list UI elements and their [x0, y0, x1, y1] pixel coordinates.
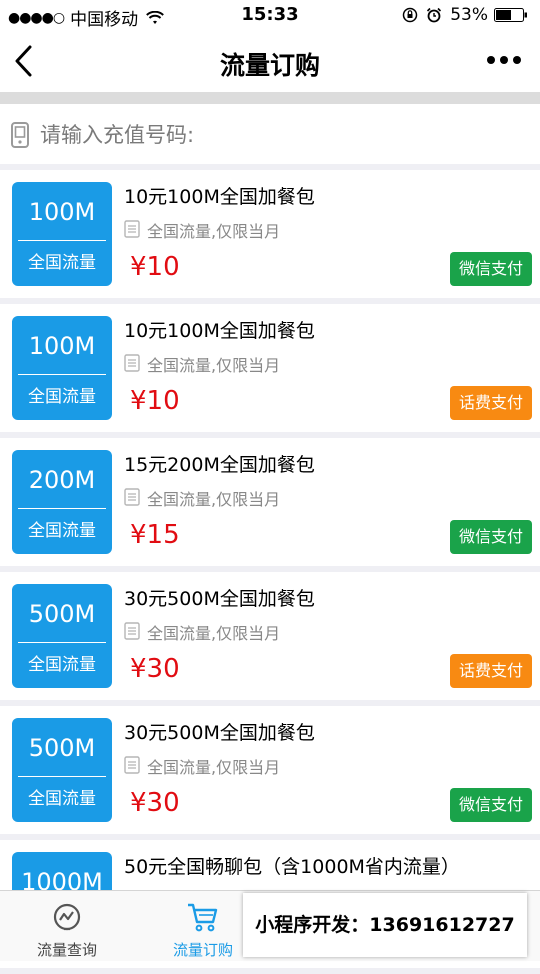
badge-scope: 全国流量	[28, 253, 96, 273]
phone-bill-pay-button[interactable]: 话费支付	[450, 654, 532, 688]
badge-divider	[18, 508, 106, 509]
product-card[interactable]: 500M 全国流量 30元500M全国加餐包全国流量,仅限当月 ¥30 微信支付	[0, 706, 540, 834]
badge-divider	[18, 240, 106, 241]
status-right: 53%	[402, 5, 528, 25]
note-icon	[124, 488, 140, 506]
note-icon	[124, 220, 140, 238]
alarm-icon	[427, 7, 442, 23]
product-price: ¥30	[130, 654, 180, 684]
badge-size: 200M	[28, 466, 96, 494]
product-description: 全国流量,仅限当月	[147, 222, 281, 241]
note-icon	[124, 354, 140, 372]
battery-icon	[494, 8, 527, 22]
badge-size: 500M	[28, 600, 96, 628]
product-description: 全国流量,仅限当月	[147, 490, 281, 509]
product-card[interactable]: 100M 全国流量 10元100M全国加餐包全国流量,仅限当月 ¥10 微信支付	[0, 170, 540, 298]
note-icon	[124, 756, 140, 774]
product-size-badge: 100M 全国流量	[12, 182, 112, 286]
tab-flow-query-label: 流量查询	[36, 941, 97, 959]
badge-size: 500M	[28, 734, 96, 762]
product-price: ¥15	[130, 520, 180, 550]
product-price: ¥30	[130, 788, 180, 818]
page-title: 流量订购	[219, 51, 320, 80]
rotation-lock-icon	[402, 7, 418, 23]
product-price: ¥10	[130, 252, 180, 282]
badge-scope: 全国流量	[28, 655, 96, 675]
product-name: 30元500M全国加餐包	[124, 722, 315, 744]
product-name: 10元100M全国加餐包	[124, 320, 315, 342]
badge-divider	[18, 776, 106, 777]
phone-input-row	[0, 104, 540, 164]
gauge-icon	[53, 903, 81, 931]
status-bar: ●●●●○ 中国移动 15:33 53%	[0, 0, 540, 30]
navigation-bar: 流量订购	[0, 30, 540, 92]
badge-scope: 全国流量	[28, 387, 96, 407]
note-icon	[124, 622, 140, 640]
product-description: 全国流量,仅限当月	[147, 624, 281, 643]
product-description: 全国流量,仅限当月	[147, 758, 281, 777]
phone-bill-pay-button[interactable]: 话费支付	[450, 386, 532, 420]
tab-flow-query[interactable]: 流量查询	[2, 891, 132, 961]
badge-scope: 全国流量	[28, 789, 96, 809]
product-size-badge: 100M 全国流量	[12, 316, 112, 420]
product-card[interactable]: 200M 全国流量 15元200M全国加餐包全国流量,仅限当月 ¥15 微信支付	[0, 438, 540, 566]
badge-size: 100M	[28, 198, 96, 226]
product-card[interactable]: 500M 全国流量 30元500M全国加餐包全国流量,仅限当月 ¥30 话费支付	[0, 572, 540, 700]
wechat-pay-button[interactable]: 微信支付	[450, 520, 532, 554]
phone-number-input[interactable]	[38, 116, 522, 154]
product-name: 50元全国畅聊包（含1000M省内流量）	[124, 856, 460, 878]
header-divider	[0, 92, 540, 104]
product-price: ¥10	[130, 386, 180, 416]
phone-icon	[11, 122, 29, 148]
product-name: 30元500M全国加餐包	[124, 588, 315, 610]
badge-divider	[18, 642, 106, 643]
product-name: 15元200M全国加餐包	[124, 454, 315, 476]
product-card[interactable]: 100M 全国流量 10元100M全国加餐包全国流量,仅限当月 ¥10 话费支付	[0, 304, 540, 432]
more-icon[interactable]	[486, 50, 522, 70]
promo-banner: 小程序开发：13691612727	[243, 893, 527, 957]
battery-percent: 53%	[450, 5, 488, 25]
product-name: 10元100M全国加餐包	[124, 186, 315, 208]
badge-size: 100M	[28, 332, 96, 360]
product-size-badge: 200M 全国流量	[12, 450, 112, 554]
wechat-pay-button[interactable]: 微信支付	[450, 252, 532, 286]
product-size-badge: 500M 全国流量	[12, 718, 112, 822]
product-size-badge: 500M 全国流量	[12, 584, 112, 688]
cart-icon	[188, 903, 218, 932]
product-list: 100M 全国流量 10元100M全国加餐包 全国流量,仅限当月 ¥10 微信支付 100M…	[0, 170, 540, 974]
badge-divider	[18, 374, 106, 375]
badge-scope: 全国流量	[28, 521, 96, 541]
product-description: 全国流量,仅限当月	[147, 356, 281, 375]
wechat-pay-button[interactable]: 微信支付	[450, 788, 532, 822]
